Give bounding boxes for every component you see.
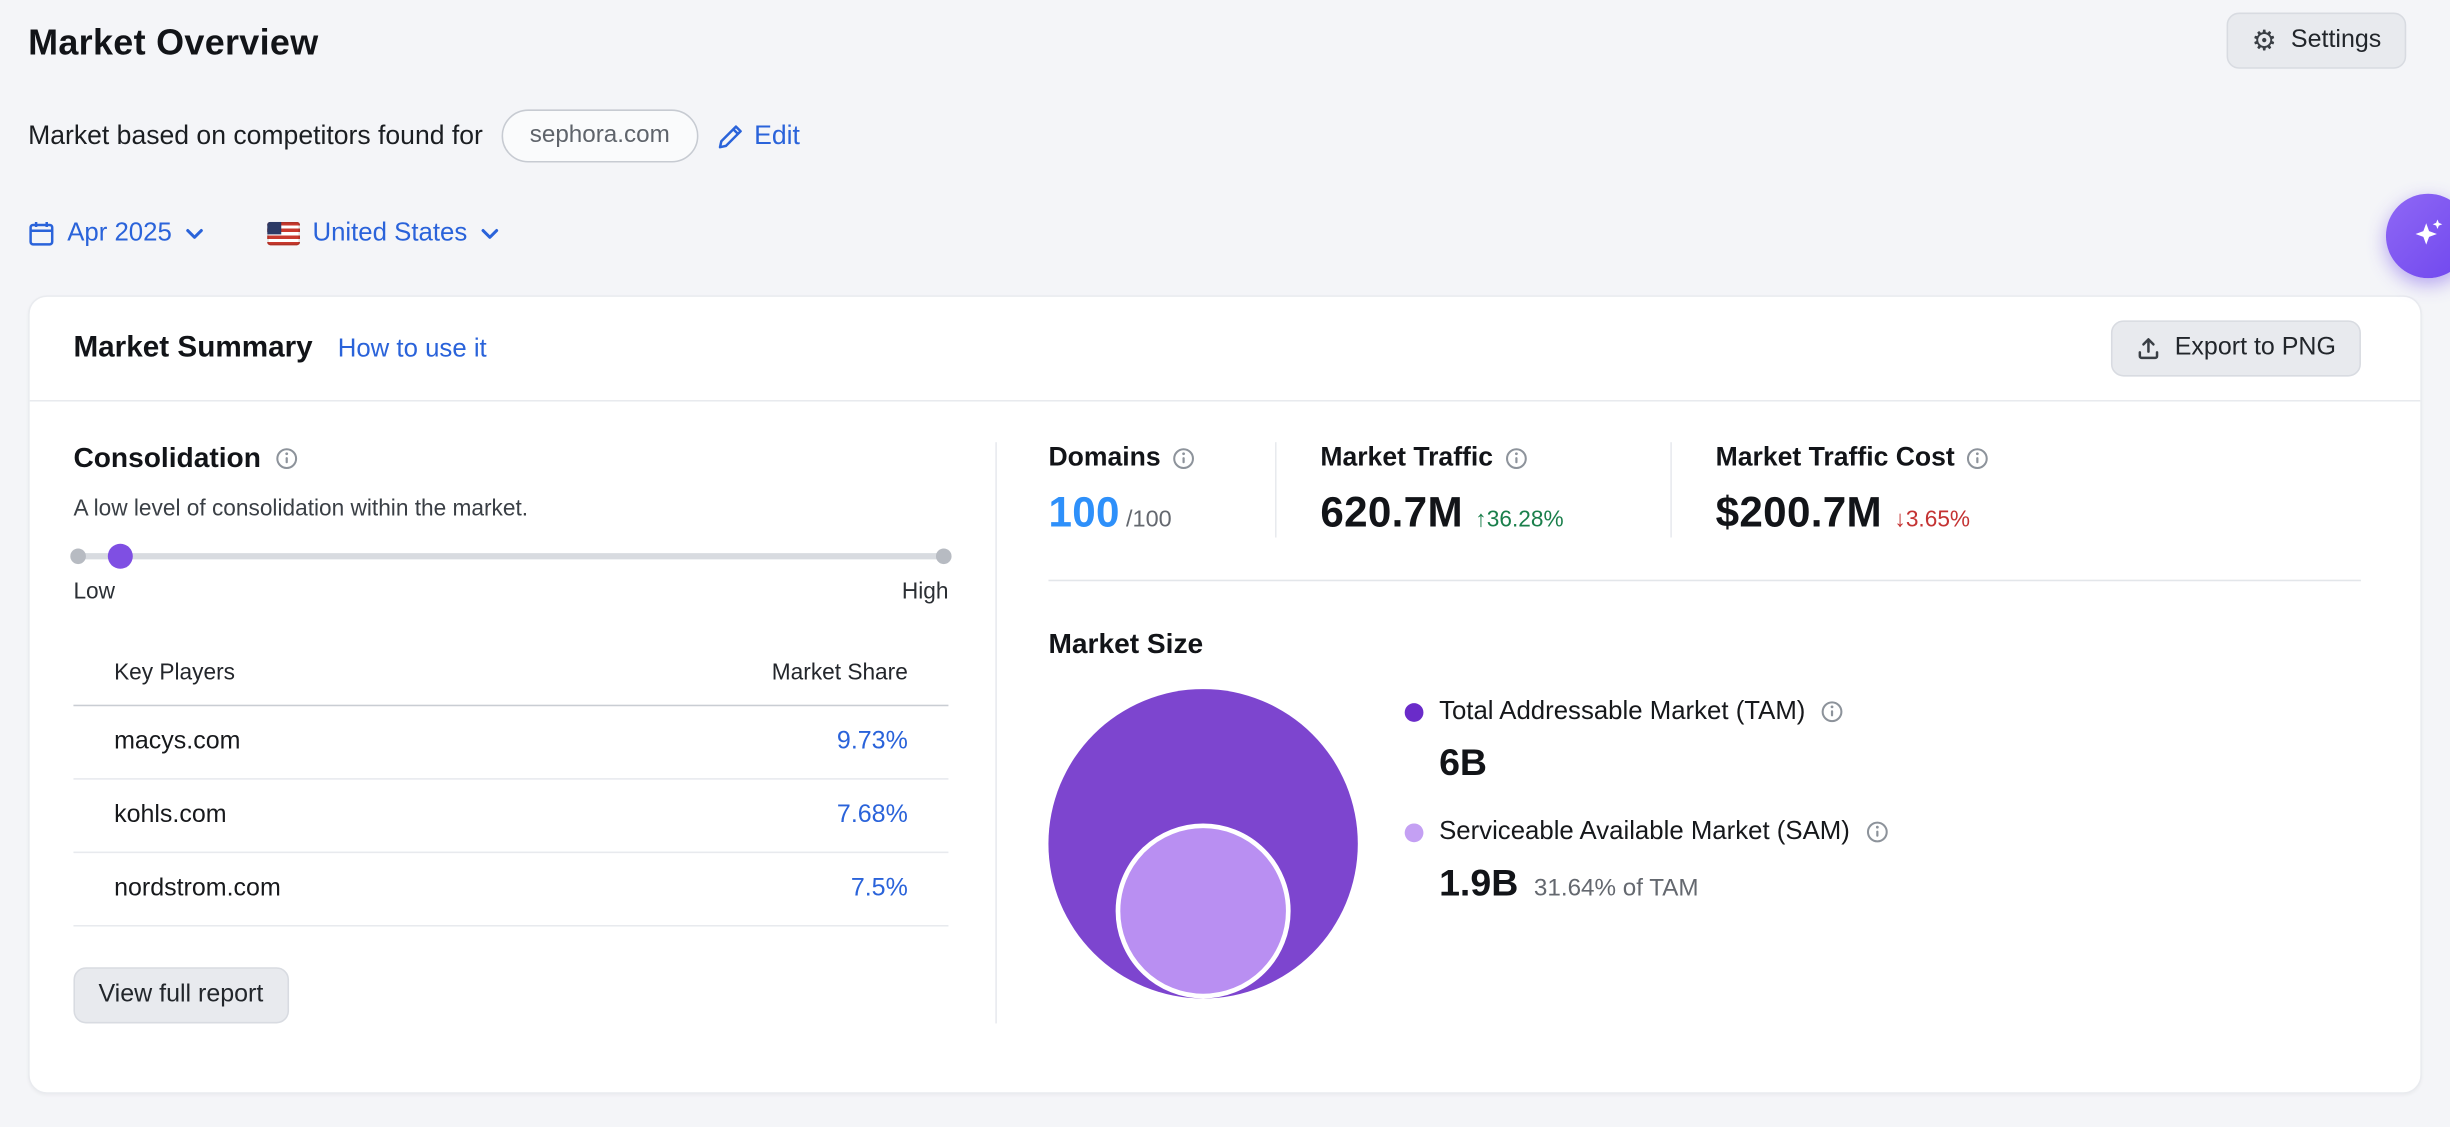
country-selector[interactable]: United States: [267, 219, 500, 249]
market-size-section: Total Addressable Market (TAM) 6B Servic…: [1048, 689, 2361, 998]
metric-cost-value: $200.7M: [1716, 489, 1882, 537]
card-body: Consolidation A low level of consolidati…: [30, 402, 2421, 1093]
slider-knob[interactable]: [108, 544, 133, 569]
table-row: macys.com 9.73%: [73, 706, 948, 779]
metric-domains-suffix: /100: [1126, 506, 1172, 533]
player-domain: macys.com: [114, 728, 240, 756]
consolidation-slider: [73, 544, 948, 569]
metric-domains-label: Domains: [1048, 442, 1160, 473]
player-domain: kohls.com: [114, 802, 227, 830]
market-subtitle-row: Market based on competitors found for se…: [28, 109, 2450, 162]
card-title: Market Summary: [73, 331, 312, 365]
sam-label: Serviceable Available Market (SAM): [1439, 817, 1850, 847]
filters-row: Apr 2025 United States: [28, 219, 2450, 249]
info-icon[interactable]: [1172, 446, 1195, 469]
metric-domains: Domains 100 /100: [1048, 442, 1275, 537]
metrics-divider: [1048, 580, 2361, 582]
market-metrics-section: Domains 100 /100 Market Traffic: [997, 442, 2420, 1023]
domain-chip-label: sephora.com: [530, 122, 670, 150]
info-icon[interactable]: [1821, 700, 1844, 723]
consolidation-description: A low level of consolidation within the …: [73, 497, 948, 522]
metric-cost-change: ↓3.65%: [1895, 508, 1971, 533]
export-icon: [2136, 336, 2161, 361]
page-title: Market Overview: [28, 13, 318, 65]
sam-value: 1.9B: [1439, 863, 1518, 907]
metric-traffic-value: 620.7M: [1320, 489, 1463, 537]
domain-chip: sephora.com: [502, 109, 698, 162]
player-share-link[interactable]: 7.68%: [837, 802, 908, 830]
legend-item-tam: Total Addressable Market (TAM): [1405, 697, 1889, 727]
slider-label-low: Low: [73, 580, 115, 605]
metric-traffic-label: Market Traffic: [1320, 442, 1493, 473]
info-icon[interactable]: [275, 447, 298, 470]
column-header-key-players: Key Players: [114, 661, 235, 686]
slider-track: [73, 553, 948, 559]
us-flag-icon: [267, 222, 300, 245]
gear-icon: ⚙: [2252, 27, 2277, 55]
ai-assistant-button[interactable]: [2386, 194, 2450, 278]
market-overview-page: Market Overview ⚙ Settings Market based …: [0, 0, 2450, 1127]
metric-market-traffic-cost: Market Traffic Cost $200.7M ↓3.65%: [1670, 442, 2033, 537]
edit-link-label: Edit: [754, 120, 800, 151]
chevron-down-icon: [184, 223, 204, 243]
metrics-row: Domains 100 /100 Market Traffic: [1048, 442, 2361, 537]
tam-value: 6B: [1439, 742, 1889, 786]
market-summary-card: Market Summary How to use it Export to P…: [28, 295, 2422, 1093]
slider-end-dot-left: [70, 548, 86, 564]
export-png-label: Export to PNG: [2175, 334, 2336, 362]
calendar-icon: [28, 220, 55, 247]
market-size-legend: Total Addressable Market (TAM) 6B Servic…: [1405, 689, 1889, 998]
tam-dot-icon: [1405, 702, 1424, 721]
player-share-link[interactable]: 7.5%: [851, 875, 908, 903]
info-icon[interactable]: [1504, 446, 1527, 469]
slider-label-high: High: [902, 580, 949, 605]
settings-button[interactable]: ⚙ Settings: [2227, 13, 2407, 69]
sam-tam-percentage: 31.64% of TAM: [1534, 875, 1699, 903]
market-size-chart: [1048, 689, 1357, 998]
consolidation-title: Consolidation: [73, 442, 261, 475]
player-share-link[interactable]: 9.73%: [837, 728, 908, 756]
ai-sparkle-icon: [2411, 216, 2445, 255]
card-header: Market Summary How to use it Export to P…: [30, 297, 2421, 402]
page-header: Market Overview ⚙ Settings: [0, 0, 2450, 69]
column-header-market-share: Market Share: [772, 661, 908, 686]
date-selector-label: Apr 2025: [67, 219, 172, 249]
slider-end-dot-right: [936, 548, 952, 564]
settings-button-label: Settings: [2291, 27, 2381, 55]
info-icon[interactable]: [1865, 820, 1888, 843]
info-icon[interactable]: [1966, 446, 1989, 469]
legend-item-sam: Serviceable Available Market (SAM): [1405, 817, 1889, 847]
metric-market-traffic: Market Traffic 620.7M ↑36.28%: [1275, 442, 1670, 537]
subtitle-text: Market based on competitors found for: [28, 120, 483, 151]
sam-dot-icon: [1405, 823, 1424, 842]
player-domain: nordstrom.com: [114, 875, 281, 903]
tam-label: Total Addressable Market (TAM): [1439, 697, 1805, 727]
export-png-button[interactable]: Export to PNG: [2111, 320, 2361, 376]
chevron-down-icon: [480, 223, 500, 243]
metric-domains-value: 100: [1048, 489, 1119, 537]
sam-circle: [1116, 823, 1291, 998]
key-players-table: Key Players Market Share macys.com 9.73%…: [73, 661, 948, 927]
market-size-title: Market Size: [1048, 628, 1203, 661]
date-selector[interactable]: Apr 2025: [28, 219, 205, 249]
country-selector-label: United States: [312, 219, 467, 249]
view-full-report-button[interactable]: View full report: [73, 967, 288, 1023]
table-row: kohls.com 7.68%: [73, 780, 948, 853]
table-row: nordstrom.com 7.5%: [73, 853, 948, 926]
metric-traffic-change: ↑36.28%: [1475, 508, 1563, 533]
pencil-icon: [717, 123, 744, 150]
metric-cost-label: Market Traffic Cost: [1716, 442, 1955, 473]
how-to-use-link[interactable]: How to use it: [338, 334, 487, 364]
edit-link[interactable]: Edit: [717, 120, 800, 151]
view-full-report-label: View full report: [98, 981, 263, 1009]
consolidation-section: Consolidation A low level of consolidati…: [73, 442, 996, 1023]
